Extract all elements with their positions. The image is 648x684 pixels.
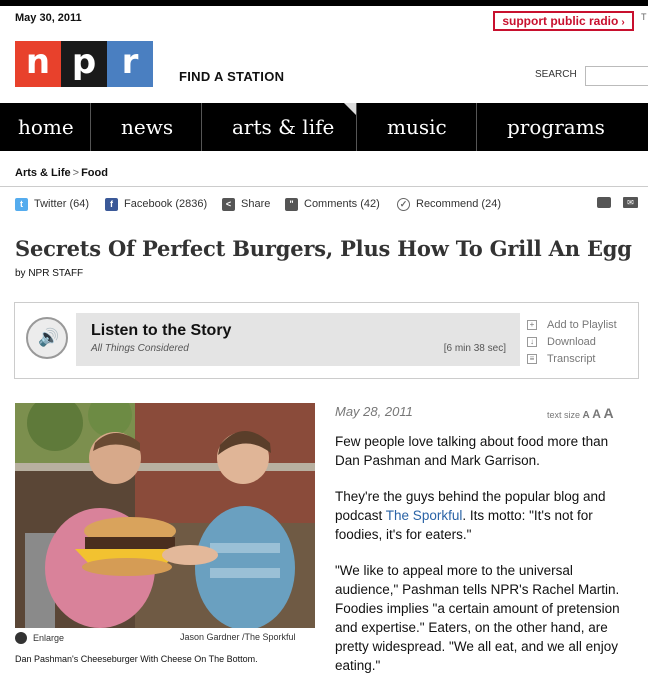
share-button[interactable]: < Share: [222, 195, 270, 213]
text-size-control: text size A A A: [547, 405, 614, 421]
support-arrow-icon: ›: [621, 17, 625, 28]
the-sporkful-link[interactable]: The Sporkful: [386, 508, 463, 523]
download-link[interactable]: ↓ Download: [527, 333, 617, 350]
photo-credit: Jason Gardner /The Sporkful: [180, 632, 296, 642]
logo-letter-r: r: [107, 41, 153, 87]
recommend-icon: ✓: [397, 197, 410, 211]
download-label: Download: [547, 335, 596, 348]
facebook-label: Facebook (2836): [124, 198, 208, 210]
burger-photo-illustration: [15, 403, 315, 628]
article-body: Few people love talking about food more …: [335, 432, 635, 684]
breadcrumb-section[interactable]: Arts & Life: [15, 167, 71, 179]
recommend-button[interactable]: ✓ Recommend (24): [397, 195, 501, 213]
speaker-icon: 🔊: [38, 328, 60, 347]
text-size-medium-button[interactable]: A: [592, 407, 601, 421]
support-public-radio-button[interactable]: support public radio ›: [493, 11, 634, 31]
article-paragraph: They're the guys behind the popular blog…: [335, 487, 635, 544]
share-label: Share: [241, 198, 271, 210]
article-paragraph: "We like to appeal more to the universal…: [335, 563, 620, 673]
plus-icon: +: [527, 319, 537, 330]
listen-title: Listen to the Story: [91, 322, 232, 339]
main-nav: home news arts & life music programs ▾: [0, 103, 648, 181]
text-size-label: text size: [547, 410, 581, 420]
twitter-button[interactable]: t Twitter (64): [15, 195, 89, 213]
enlarge-label: Enlarge: [33, 633, 65, 643]
chevron-down-icon: ▾: [513, 168, 519, 181]
corner-glyph: T: [641, 12, 647, 22]
facebook-icon: f: [105, 197, 118, 211]
text-size-large-button[interactable]: A: [603, 405, 613, 421]
share-toolbar: t Twitter (64) f Facebook (2836) < Share " C…: [15, 195, 640, 213]
program-name: All Things Considered: [91, 343, 189, 354]
logo-letter-n: n: [15, 41, 61, 87]
nav-arts-label: arts & life: [232, 115, 335, 139]
nav-home[interactable]: home: [0, 103, 91, 151]
audio-player: 🔊 Listen to the Story All Things Conside…: [14, 302, 639, 379]
divider: [0, 186, 648, 187]
npr-logo[interactable]: n p r: [15, 41, 153, 87]
comments-label: Comments (42): [304, 198, 380, 210]
magnifier-icon: [15, 632, 27, 644]
facebook-button[interactable]: f Facebook (2836): [105, 195, 207, 213]
find-a-station-link[interactable]: FIND A STATION: [179, 69, 284, 84]
nav-news[interactable]: news: [91, 103, 202, 151]
text-size-small-button[interactable]: A: [583, 410, 590, 421]
breadcrumb: Arts & Life > Food: [15, 167, 108, 179]
article-date: May 28, 2011: [335, 404, 413, 419]
enlarge-button[interactable]: Enlarge: [15, 632, 64, 644]
recommend-label: Recommend (24): [416, 198, 501, 210]
nav-music[interactable]: music: [357, 103, 477, 151]
nav-programs-label: programs: [507, 115, 605, 139]
share-icon: <: [222, 197, 235, 211]
listen-panel[interactable]: Listen to the Story All Things Considere…: [76, 313, 520, 366]
logo-letter-p: p: [61, 41, 107, 87]
transcript-link[interactable]: ≡ Transcript: [527, 350, 617, 367]
page-date: May 30, 2011: [15, 12, 82, 24]
nav-arts-life[interactable]: arts & life: [202, 103, 357, 151]
comments-icon: ": [285, 197, 298, 211]
article-photo[interactable]: [15, 403, 315, 628]
transcript-icon: ≡: [527, 353, 537, 364]
article-headline: Secrets Of Perfect Burgers, Plus How To …: [15, 236, 632, 261]
search-input[interactable]: [585, 66, 648, 86]
comments-button[interactable]: " Comments (42): [285, 195, 380, 213]
twitter-icon: t: [15, 197, 28, 211]
email-icon[interactable]: ✉: [623, 197, 638, 208]
top-black-bar: [0, 0, 648, 6]
byline: by NPR STAFF: [15, 268, 84, 279]
search-label: SEARCH: [535, 69, 577, 80]
player-actions: + Add to Playlist ↓ Download ≡ Transcript: [527, 316, 617, 367]
nav-news-label: news: [121, 115, 174, 139]
nav-music-label: music: [387, 115, 447, 139]
article-paragraph: Few people love talking about food more …: [335, 434, 609, 468]
transcript-label: Transcript: [547, 352, 596, 365]
add-to-playlist-link[interactable]: + Add to Playlist: [527, 316, 617, 333]
add-to-playlist-label: Add to Playlist: [547, 318, 617, 331]
breadcrumb-subsection[interactable]: Food: [81, 167, 108, 179]
breadcrumb-separator: >: [72, 167, 80, 179]
audio-duration: [6 min 38 sec]: [443, 343, 506, 354]
nav-home-label: home: [18, 115, 74, 139]
photo-caption: Dan Pashman's Cheeseburger With Cheese O…: [15, 654, 258, 664]
page-fold-icon: [344, 103, 356, 115]
nav-programs[interactable]: programs ▾: [477, 103, 648, 181]
download-icon: ↓: [527, 336, 537, 347]
twitter-label: Twitter (64): [34, 198, 90, 210]
play-button[interactable]: 🔊: [26, 317, 68, 359]
print-icon[interactable]: [597, 197, 611, 208]
support-label: support public radio: [502, 14, 619, 28]
